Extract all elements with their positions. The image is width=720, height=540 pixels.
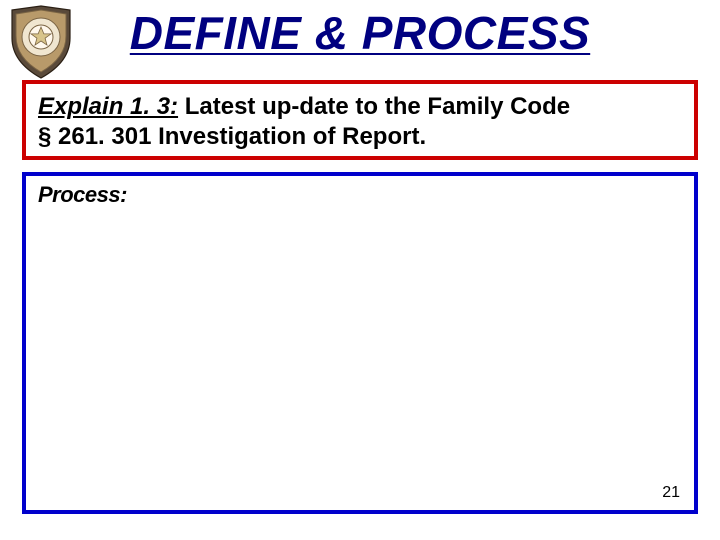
slide-title: DEFINE & PROCESS: [0, 6, 720, 60]
explain-box: Explain 1. 3: Latest up-date to the Fami…: [22, 80, 698, 160]
explain-line: Explain 1. 3: Latest up-date to the Fami…: [38, 92, 682, 152]
process-box: Process: 21: [22, 172, 698, 514]
explain-text-2: § 261. 301 Investigation of Report.: [38, 123, 426, 150]
explain-text-1: Latest up-date to the Family Code: [178, 93, 570, 120]
page-number: 21: [662, 484, 680, 502]
explain-label: Explain 1. 3:: [38, 93, 178, 120]
slide: DEFINE & PROCESS Explain 1. 3: Latest up…: [0, 0, 720, 540]
process-label: Process:: [38, 182, 682, 208]
